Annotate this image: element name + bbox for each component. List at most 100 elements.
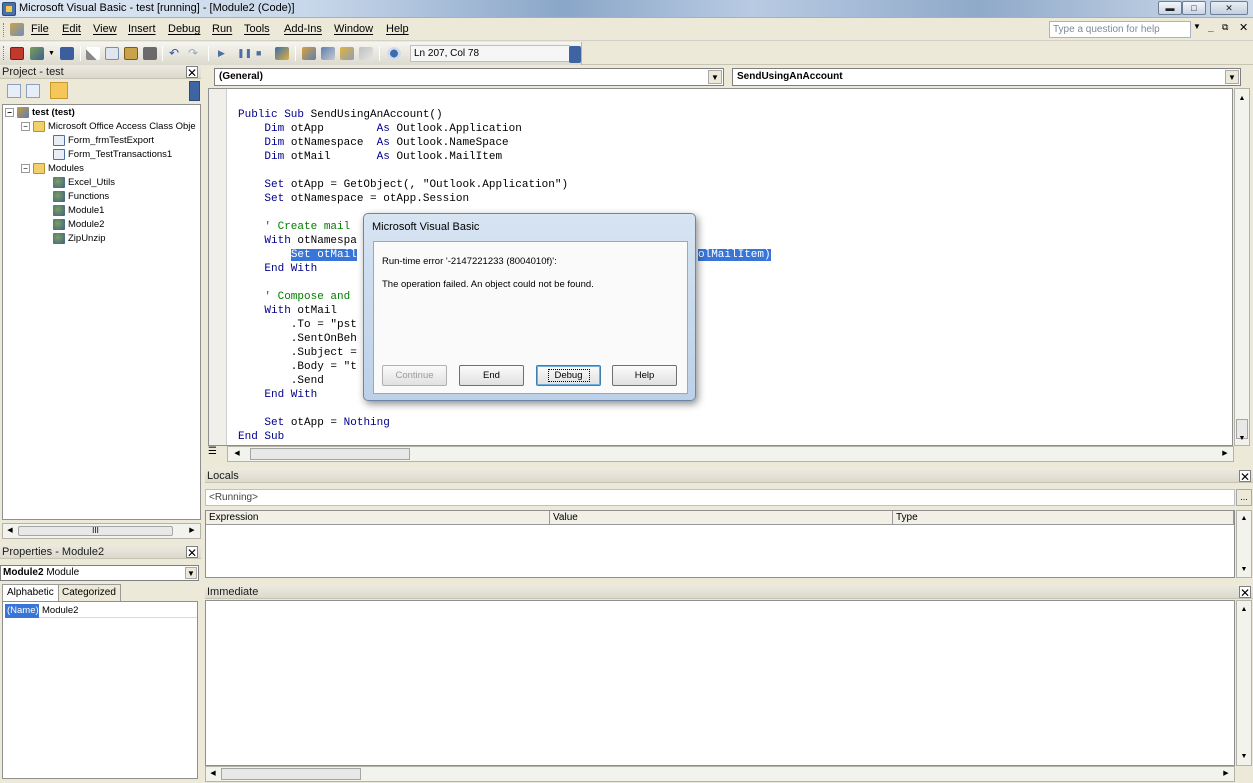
redo-icon[interactable]: ↷ [188, 47, 202, 60]
toolbar-options-icon[interactable] [569, 46, 581, 63]
object-browser-icon[interactable] [340, 47, 354, 60]
scroll-left-icon[interactable]: ◀ [231, 448, 243, 460]
scroll-left-icon[interactable]: ◀ [207, 768, 219, 780]
toolbar-grip[interactable] [3, 46, 6, 60]
tree-item-module1[interactable]: Module1 [53, 204, 104, 218]
properties-close-icon[interactable]: ✕ [186, 546, 198, 559]
help-icon[interactable] [387, 47, 401, 60]
scroll-thumb[interactable]: III [18, 526, 173, 536]
scroll-down-icon[interactable]: ▼ [1238, 751, 1250, 763]
project-toolbar-options-icon[interactable] [189, 81, 200, 101]
locals-close-icon[interactable]: ✕ [1239, 470, 1251, 483]
help-button[interactable]: Help [612, 365, 677, 386]
tab-alphabetic[interactable]: Alphabetic [2, 584, 59, 601]
scroll-down-icon[interactable]: ▼ [1238, 564, 1250, 576]
collapse-icon[interactable]: − [21, 121, 30, 131]
menu-help[interactable]: Help [386, 23, 409, 35]
code-margin[interactable] [209, 89, 227, 445]
undo-icon[interactable]: ↶ [169, 47, 183, 60]
chevron-down-icon[interactable]: ▼ [48, 47, 55, 60]
collapse-icon[interactable]: − [21, 163, 30, 173]
scroll-thumb[interactable] [250, 448, 410, 460]
scroll-up-icon[interactable]: ▲ [1236, 93, 1248, 105]
properties-window-icon[interactable] [321, 47, 335, 60]
toggle-folders-icon[interactable] [50, 82, 68, 99]
insert-module-icon[interactable] [30, 47, 44, 60]
view-access-icon[interactable] [10, 47, 24, 60]
scroll-right-icon[interactable]: ▶ [1219, 448, 1231, 460]
tree-item-project[interactable]: − test (test) [5, 106, 75, 120]
continue-button[interactable]: Continue [382, 365, 447, 386]
reset-icon[interactable]: ■ [256, 47, 270, 60]
project-tree[interactable]: − test (test) − Microsoft Office Access Cl… [2, 104, 201, 520]
menu-file[interactable]: File [31, 23, 49, 35]
child-close-button[interactable]: ✕ [1239, 21, 1248, 34]
end-button[interactable]: End [459, 365, 524, 386]
tree-item-modules[interactable]: − Modules [21, 162, 84, 176]
toolbox-icon[interactable] [359, 47, 373, 60]
menu-window[interactable]: Window [334, 23, 373, 35]
property-value[interactable]: Module2 [39, 604, 78, 618]
immediate-vscrollbar[interactable]: ▲ ▼ [1236, 600, 1252, 766]
scroll-down-icon[interactable]: ▼ [1236, 433, 1248, 445]
chevron-down-icon[interactable]: ▼ [1225, 70, 1239, 84]
tree-item-functions[interactable]: Functions [53, 190, 109, 204]
scroll-right-icon[interactable]: ▶ [186, 525, 198, 537]
menu-insert[interactable]: Insert [128, 23, 156, 35]
chevron-down-icon[interactable]: ▼ [1193, 22, 1201, 31]
minimize-button[interactable]: ▬ [1158, 1, 1182, 15]
help-search-input[interactable]: Type a question for help [1049, 21, 1191, 38]
find-icon[interactable] [143, 47, 157, 60]
tree-item-excel-utils[interactable]: Excel_Utils [53, 176, 115, 190]
child-minimize-button[interactable]: _ [1208, 22, 1214, 33]
view-code-icon[interactable] [7, 84, 21, 98]
column-header-expression[interactable]: Expression [206, 511, 550, 525]
menu-debug[interactable]: Debug [168, 23, 200, 35]
menu-edit[interactable]: Edit [62, 23, 81, 35]
run-icon[interactable]: ▶ [218, 47, 232, 60]
view-toggle[interactable]: ☰ [208, 446, 226, 462]
scroll-up-icon[interactable]: ▲ [1238, 513, 1250, 525]
design-mode-icon[interactable] [275, 47, 289, 60]
procedure-view-icon[interactable]: ☰ [208, 446, 217, 457]
vba-menu-icon[interactable] [10, 23, 24, 36]
save-icon[interactable] [60, 47, 74, 60]
project-explorer-icon[interactable] [302, 47, 316, 60]
scroll-up-icon[interactable]: ▲ [1238, 604, 1250, 616]
property-row[interactable]: (Name) Module2 [5, 604, 197, 618]
maximize-button[interactable]: □ [1182, 1, 1206, 15]
tree-item-form-testtransactions1[interactable]: Form_TestTransactions1 [53, 148, 172, 162]
scroll-right-icon[interactable]: ▶ [1220, 768, 1232, 780]
collapse-icon[interactable]: − [5, 107, 14, 117]
scroll-left-icon[interactable]: ◀ [4, 525, 16, 537]
close-button[interactable]: ✕ [1210, 1, 1248, 15]
call-stack-button[interactable]: ... [1236, 489, 1252, 506]
menu-run[interactable]: Run [212, 23, 232, 35]
project-tree-hscrollbar[interactable]: ◀ III ▶ [2, 523, 201, 539]
locals-vscrollbar[interactable]: ▲ ▼ [1236, 510, 1252, 578]
copy-icon[interactable] [105, 47, 119, 60]
break-icon[interactable]: ❚❚ [237, 47, 252, 60]
tree-item-module2[interactable]: Module2 [53, 218, 104, 232]
column-header-value[interactable]: Value [550, 511, 893, 525]
properties-object-select[interactable]: Module2 Module ▼ [0, 565, 199, 581]
immediate-hscrollbar[interactable]: ◀ ▶ [205, 766, 1235, 782]
paste-icon[interactable] [124, 47, 138, 60]
code-editor[interactable]: Public Sub SendUsingAnAccount() Dim otAp… [208, 88, 1233, 446]
debug-button[interactable]: Debug [536, 365, 601, 386]
tree-item-zipunzip[interactable]: ZipUnzip [53, 232, 106, 246]
menu-add-ins[interactable]: Add-Ins [284, 23, 322, 35]
object-combo[interactable]: (General) ▼ [214, 68, 724, 86]
immediate-input[interactable] [205, 600, 1235, 766]
chevron-down-icon[interactable]: ▼ [185, 567, 197, 579]
chevron-down-icon[interactable]: ▼ [708, 70, 722, 84]
menu-view[interactable]: View [93, 23, 117, 35]
tree-item-form-frmtestexport[interactable]: Form_frmTestExport [53, 134, 154, 148]
tab-categorized[interactable]: Categorized [57, 584, 121, 601]
code-vscrollbar[interactable]: ▲ ▼ [1234, 88, 1250, 446]
menu-tools[interactable]: Tools [244, 23, 270, 35]
code-hscrollbar[interactable]: ◀ ▶ [227, 446, 1234, 462]
child-restore-button[interactable]: ⧉ [1222, 22, 1228, 33]
menu-grip[interactable] [3, 23, 6, 37]
scroll-thumb[interactable] [221, 768, 361, 780]
